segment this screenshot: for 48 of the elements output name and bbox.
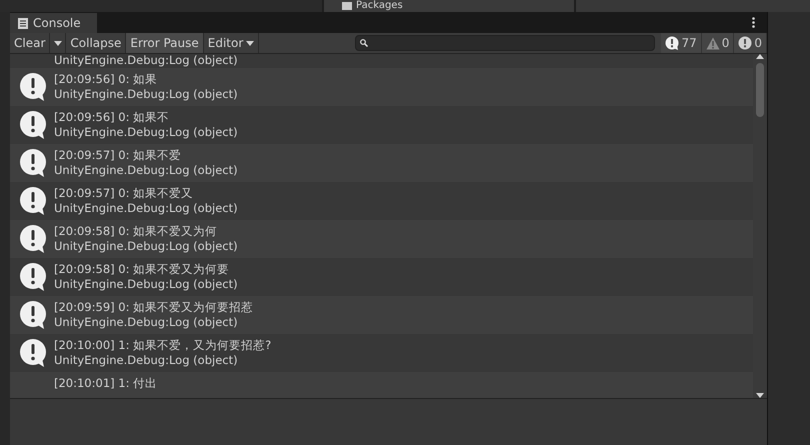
log-stack-line: UnityEngine.Debug:Log (object): [54, 277, 238, 292]
info-bubble-icon: [18, 148, 48, 178]
info-bubble-icon: [18, 186, 48, 216]
log-entry[interactable]: [20:09:58] 0: 如果不爱又为何 UnityEngine.Debug:Log (object): [10, 220, 753, 258]
console-icon: [18, 18, 28, 28]
warning-icon: [706, 36, 720, 50]
log-entry[interactable]: [20:09:57] 0: 如果不爱 UnityEngine.Debug:Log (object): [10, 144, 753, 182]
log-stack-line: UnityEngine.Debug:Log (object): [54, 163, 238, 178]
log-message: [20:09:57] 0: 如果不爱: [54, 148, 182, 163]
error-icon: [738, 36, 752, 50]
log-stack-line: UnityEngine.Debug:Log (object): [54, 239, 238, 254]
caret-icon: [54, 40, 62, 46]
info-bubble-icon: [18, 110, 48, 140]
folder-icon: [342, 2, 352, 10]
scrollbar-thumb[interactable]: [756, 63, 764, 117]
log-stack-line: UnityEngine.Debug:Log (object): [54, 54, 238, 68]
log-message: [20:09:58] 0: 如果不爱又为何: [54, 224, 218, 239]
log-entry[interactable]: [20:09:56] 0: 如果 UnityEngine.Debug:Log (object): [10, 68, 753, 106]
folder-label: Packages: [356, 0, 403, 12]
info-bubble-icon: [18, 72, 48, 102]
info-bubble-icon: [18, 262, 48, 292]
log-message: [20:10:00] 1: 如果不爱，又为何要招惹?: [54, 338, 272, 353]
console-tab[interactable]: Console: [10, 13, 97, 33]
scrollbar[interactable]: [753, 54, 767, 398]
info-bubble-icon: [18, 224, 48, 254]
log-count-toggle[interactable]: 0: [734, 33, 767, 53]
log-stack-line: UnityEngine.Debug:Log (object): [54, 201, 238, 216]
log-stack-line: UnityEngine.Debug:Log (object): [54, 353, 239, 368]
info-bubble-icon: [665, 36, 680, 50]
log-message: [20:09:56] 0: 如果: [54, 72, 158, 87]
log-count-toggle[interactable]: 77: [661, 33, 702, 53]
log-message: [20:09:56] 0: 如果不: [54, 110, 170, 125]
log-entry[interactable]: [20:09:59] 0: 如果不爱又为何要招惹 UnityEngine.Debug:Log (object): [10, 296, 753, 334]
info-bubble-icon: [18, 338, 48, 368]
log-count-toggle[interactable]: 0: [702, 33, 734, 53]
log-stack-line: UnityEngine.Debug:Log (object): [54, 87, 238, 102]
log-message: [20:09:57] 0: 如果不爱又: [54, 186, 194, 201]
caret-icon: [246, 40, 254, 46]
log-message: [20:09:58] 0: 如果不爱又为何要: [54, 262, 230, 277]
search-icon: [360, 39, 368, 47]
log-stack-line: UnityEngine.Debug:Log (object): [54, 315, 239, 330]
info-bubble-icon: [18, 300, 48, 330]
search-field[interactable]: [355, 35, 656, 51]
more-menu-icon[interactable]: [752, 17, 755, 28]
log-message: [20:10:01] 1: 付出: [54, 376, 158, 391]
toggle-button[interactable]: Error Pause: [126, 33, 204, 53]
log-message: [20:09:59] 0: 如果不爱又为何要招惹: [54, 300, 254, 315]
log-stack-line: UnityEngine.Debug:Log (object): [54, 125, 238, 140]
